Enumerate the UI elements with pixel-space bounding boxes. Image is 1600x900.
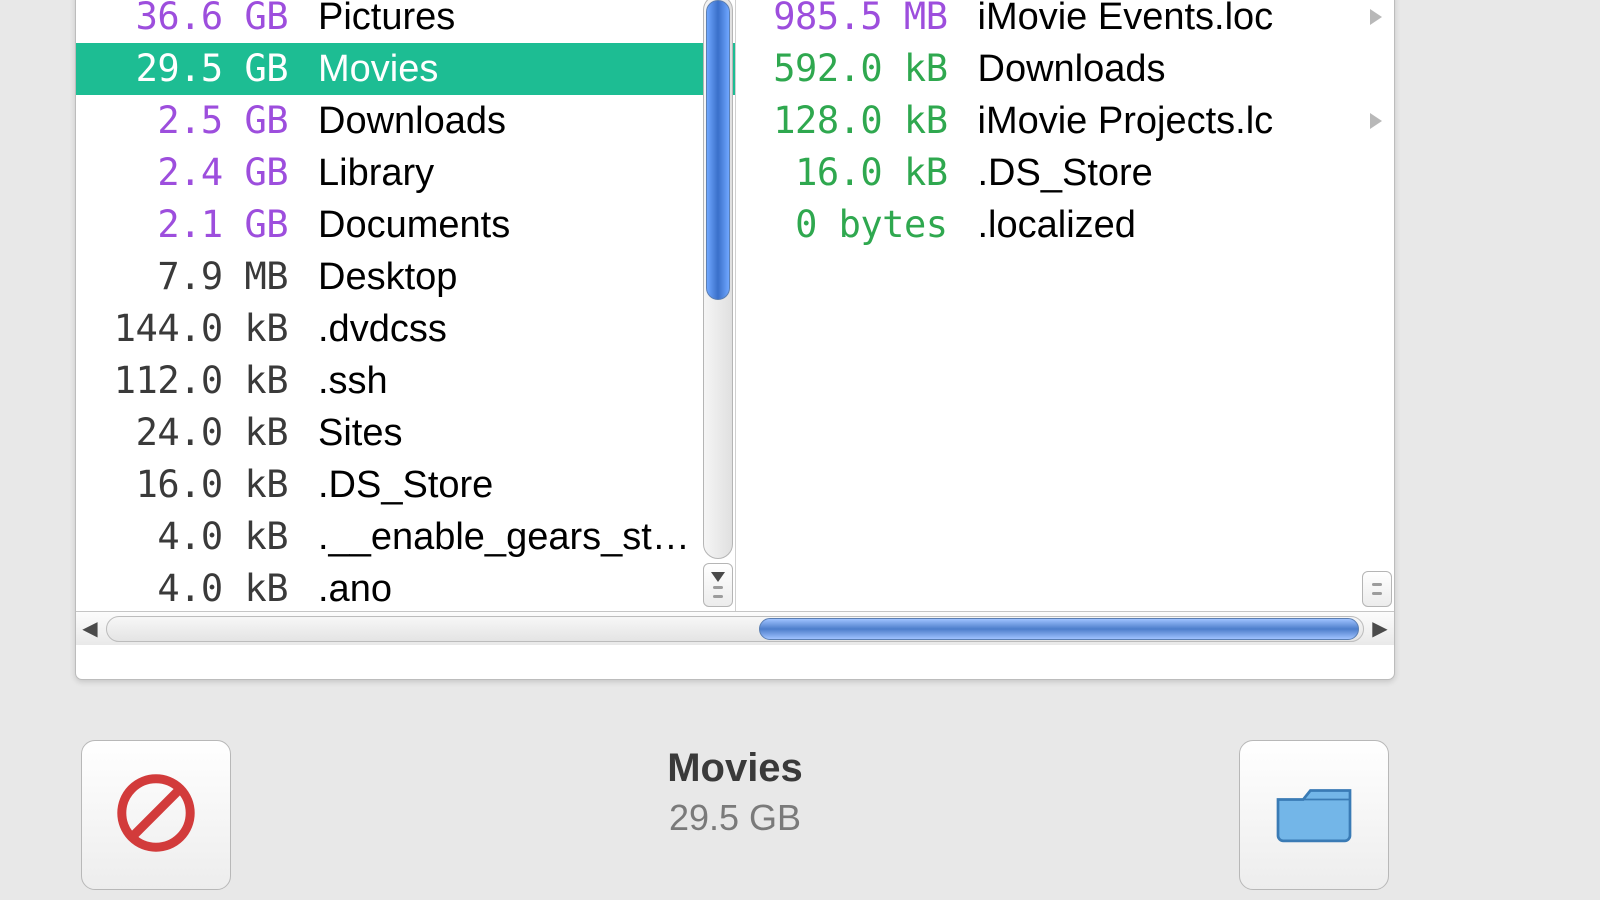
- item-name: Sites: [318, 407, 687, 459]
- item-name: Downloads: [318, 95, 687, 147]
- item-name: .DS_Store: [978, 147, 1347, 199]
- item-name: Pictures: [318, 0, 687, 43]
- list-item[interactable]: 128.0 kB iMovie Projects.lc: [736, 95, 1395, 147]
- item-name: .ano: [318, 563, 687, 611]
- item-name: Documents: [318, 199, 687, 251]
- reveal-in-finder-button[interactable]: [1239, 740, 1389, 890]
- item-size: 112.0 kB: [88, 355, 288, 407]
- list-item[interactable]: 24.0 kB Sites: [76, 407, 735, 459]
- item-size: 36.6 GB: [88, 0, 288, 43]
- item-name: .__enable_gears_st…: [318, 511, 687, 563]
- selection-title: Movies: [667, 746, 803, 791]
- delete-button[interactable]: [81, 740, 231, 890]
- scroll-left-arrow-icon[interactable]: ◀: [76, 616, 104, 641]
- list-item[interactable]: 16.0 kB .DS_Store: [76, 459, 735, 511]
- list-item[interactable]: 592.0 kB Downloads: [736, 43, 1395, 95]
- list-item[interactable]: 36.6 GB Pictures: [76, 0, 735, 43]
- scrollbar-down-button-right[interactable]: [1362, 571, 1392, 607]
- item-name: Desktop: [318, 251, 687, 303]
- list-item[interactable]: 112.0 kB .ssh: [76, 355, 735, 407]
- columns-container: 36.6 GB Pictures 29.5 GB Movies 2.5 GB Downlo…: [76, 0, 1394, 611]
- item-size: 4.0 kB: [88, 511, 288, 563]
- list-item[interactable]: 2.5 GB Downloads: [76, 95, 735, 147]
- chevron-right-icon: [1370, 9, 1382, 25]
- chevron-right-icon: [1370, 113, 1382, 129]
- list-item[interactable]: 2.4 GB Library: [76, 147, 735, 199]
- item-size: 24.0 kB: [88, 407, 288, 459]
- list-item[interactable]: 16.0 kB .DS_Store: [736, 147, 1395, 199]
- list-item[interactable]: 7.9 MB Desktop: [76, 251, 735, 303]
- item-size: 0 bytes: [748, 199, 948, 251]
- item-name: .localized: [978, 199, 1347, 251]
- scrollbar-track[interactable]: [106, 616, 1364, 642]
- item-size: 7.9 MB: [88, 251, 288, 303]
- scrollbar-down-button-left[interactable]: [703, 563, 733, 607]
- item-size: 128.0 kB: [748, 95, 948, 147]
- list-item[interactable]: 29.5 GB Movies: [76, 43, 735, 95]
- browser-window: 36.6 GB Pictures 29.5 GB Movies 2.5 GB Downlo…: [75, 0, 1395, 680]
- chevron-down-icon: [711, 572, 725, 582]
- item-size: 592.0 kB: [748, 43, 948, 95]
- file-list-left: 36.6 GB Pictures 29.5 GB Movies 2.5 GB Downlo…: [76, 0, 735, 611]
- item-name: Movies: [318, 43, 687, 95]
- item-size: 2.4 GB: [88, 147, 288, 199]
- selection-size: 29.5 GB: [667, 797, 803, 839]
- list-item[interactable]: 4.0 kB .ano: [76, 563, 735, 611]
- list-item[interactable]: 144.0 kB .dvdcss: [76, 303, 735, 355]
- list-item[interactable]: 2.1 GB Documents: [76, 199, 735, 251]
- horizontal-scrollbar[interactable]: ◀ ▶: [76, 611, 1394, 645]
- status-bar: Movies 29.5 GB: [75, 740, 1395, 890]
- item-size: 144.0 kB: [88, 303, 288, 355]
- item-size: 2.5 GB: [88, 95, 288, 147]
- vertical-scrollbar-left[interactable]: [703, 0, 733, 559]
- item-name: .dvdcss: [318, 303, 687, 355]
- selection-info: Movies 29.5 GB: [667, 740, 803, 839]
- list-item[interactable]: 0 bytes .localized: [736, 199, 1395, 251]
- item-name: Library: [318, 147, 687, 199]
- item-name: Downloads: [978, 43, 1347, 95]
- file-list-right: 985.5 MB iMovie Events.loc 592.0 kB Downloa…: [736, 0, 1395, 251]
- folder-icon: [1269, 768, 1359, 863]
- item-size: 16.0 kB: [88, 459, 288, 511]
- item-name: .DS_Store: [318, 459, 687, 511]
- item-name: iMovie Projects.lc: [978, 95, 1347, 147]
- scrollbar-thumb[interactable]: [706, 0, 730, 300]
- list-item[interactable]: 4.0 kB .__enable_gears_st…: [76, 511, 735, 563]
- item-size: 16.0 kB: [748, 147, 948, 199]
- scrollbar-thumb-horizontal[interactable]: [759, 618, 1359, 640]
- scroll-right-arrow-icon[interactable]: ▶: [1366, 616, 1394, 641]
- column-left: 36.6 GB Pictures 29.5 GB Movies 2.5 GB Downlo…: [76, 0, 736, 611]
- item-name: .ssh: [318, 355, 687, 407]
- item-name: iMovie Events.loc: [978, 0, 1347, 43]
- item-size: 4.0 kB: [88, 563, 288, 611]
- no-entry-icon: [111, 768, 201, 863]
- list-item[interactable]: 985.5 MB iMovie Events.loc: [736, 0, 1395, 43]
- item-size: 985.5 MB: [748, 0, 948, 43]
- item-size: 2.1 GB: [88, 199, 288, 251]
- column-right: 985.5 MB iMovie Events.loc 592.0 kB Downloa…: [736, 0, 1395, 611]
- item-size: 29.5 GB: [88, 43, 288, 95]
